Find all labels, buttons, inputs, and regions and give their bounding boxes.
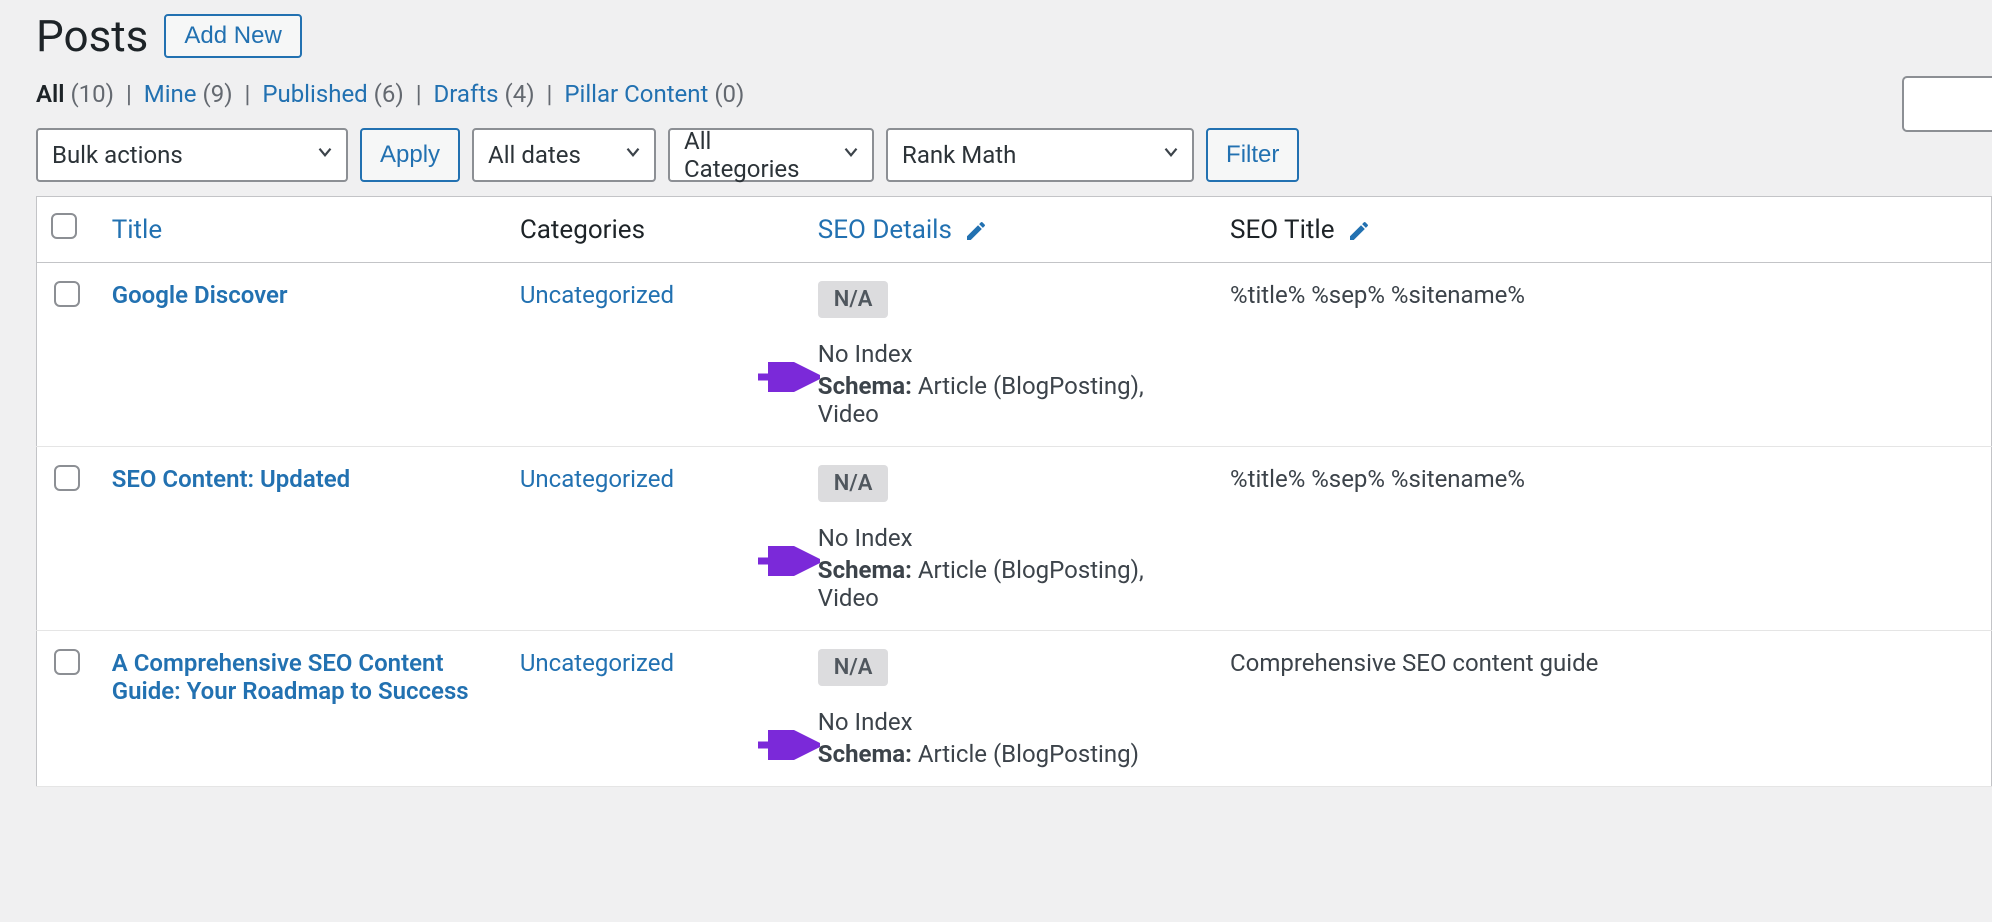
post-title-link[interactable]: A Comprehensive SEO Content Guide: Your …	[112, 649, 469, 705]
schema-label: Schema:	[818, 372, 912, 400]
filter-published-label: Published	[262, 80, 367, 108]
table-row: A Comprehensive SEO Content Guide: Your …	[37, 631, 1992, 787]
category-filter-select[interactable]: All Categories	[668, 128, 874, 182]
row-checkbox[interactable]	[54, 465, 80, 491]
filter-published-count: (6)	[374, 80, 404, 108]
bulk-actions-select[interactable]: Bulk actions	[36, 128, 348, 182]
date-filter-select[interactable]: All dates	[472, 128, 656, 182]
post-title-link[interactable]: Google Discover	[112, 281, 288, 309]
filter-mine-label: Mine	[144, 80, 197, 108]
search-input[interactable]	[1902, 76, 1992, 132]
schema-label: Schema:	[818, 556, 912, 584]
table-row: Google Discover Uncategorized N/A No Ind…	[37, 263, 1992, 447]
category-filter-label: All Categories	[684, 127, 828, 183]
index-status: No Index	[818, 340, 1202, 368]
bulk-actions-label: Bulk actions	[52, 141, 183, 169]
chevron-down-icon	[314, 141, 336, 169]
seo-title-value: %title% %sep% %sitename%	[1230, 281, 1525, 309]
seo-score-badge: N/A	[818, 281, 889, 318]
date-filter-label: All dates	[488, 141, 581, 169]
seo-score-badge: N/A	[818, 465, 889, 502]
filter-published[interactable]: Published	[262, 80, 367, 108]
filter-mine-count: (9)	[203, 80, 233, 108]
filter-drafts-label: Drafts	[434, 80, 499, 108]
apply-button[interactable]: Apply	[360, 128, 460, 182]
post-title-link[interactable]: SEO Content: Updated	[112, 465, 350, 493]
filter-drafts-count: (4)	[505, 80, 535, 108]
column-seo-details[interactable]: SEO Details	[818, 215, 952, 245]
chevron-down-icon	[1160, 141, 1182, 169]
schema-label: Schema:	[818, 740, 912, 768]
filter-mine[interactable]: Mine	[144, 80, 197, 108]
filter-all-label: All	[36, 80, 65, 108]
seo-score-badge: N/A	[818, 649, 889, 686]
separator: |	[541, 80, 559, 108]
row-checkbox[interactable]	[54, 649, 80, 675]
post-status-filters: All (10) | Mine (9) | Published (6) | Dr…	[36, 80, 1992, 108]
filter-all-count: (10)	[70, 80, 114, 108]
edit-icon[interactable]	[1347, 219, 1371, 243]
schema-value: Article (BlogPosting)	[918, 740, 1139, 768]
rankmath-filter-label: Rank Math	[902, 141, 1016, 169]
column-title-sort[interactable]: Title	[112, 215, 162, 245]
edit-icon[interactable]	[964, 219, 988, 243]
page-title: Posts	[36, 10, 148, 62]
index-status: No Index	[818, 524, 1202, 552]
row-checkbox[interactable]	[54, 281, 80, 307]
category-link[interactable]: Uncategorized	[520, 465, 674, 493]
filter-all[interactable]: All	[36, 80, 65, 108]
seo-title-value: %title% %sep% %sitename%	[1230, 465, 1525, 493]
rankmath-filter-select[interactable]: Rank Math	[886, 128, 1194, 182]
filter-pillar-label: Pillar Content	[564, 80, 708, 108]
filter-drafts[interactable]: Drafts	[434, 80, 499, 108]
index-status: No Index	[818, 708, 1202, 736]
separator: |	[239, 80, 257, 108]
seo-title-value: Comprehensive SEO content guide	[1230, 649, 1598, 677]
select-all-checkbox[interactable]	[51, 213, 77, 239]
category-link[interactable]: Uncategorized	[520, 649, 674, 677]
chevron-down-icon	[840, 141, 862, 169]
separator: |	[120, 80, 138, 108]
table-row: SEO Content: Updated Uncategorized N/A N…	[37, 447, 1992, 631]
chevron-down-icon	[622, 141, 644, 169]
posts-table: Title Categories SEO Details SEO Title	[36, 196, 1992, 787]
add-new-button[interactable]: Add New	[164, 14, 301, 58]
separator: |	[410, 80, 428, 108]
category-link[interactable]: Uncategorized	[520, 281, 674, 309]
filter-pillar[interactable]: Pillar Content	[564, 80, 708, 108]
filter-pillar-count: (0)	[714, 80, 744, 108]
column-seo-title: SEO Title	[1230, 215, 1335, 245]
filter-button[interactable]: Filter	[1206, 128, 1299, 182]
column-categories: Categories	[506, 197, 804, 263]
